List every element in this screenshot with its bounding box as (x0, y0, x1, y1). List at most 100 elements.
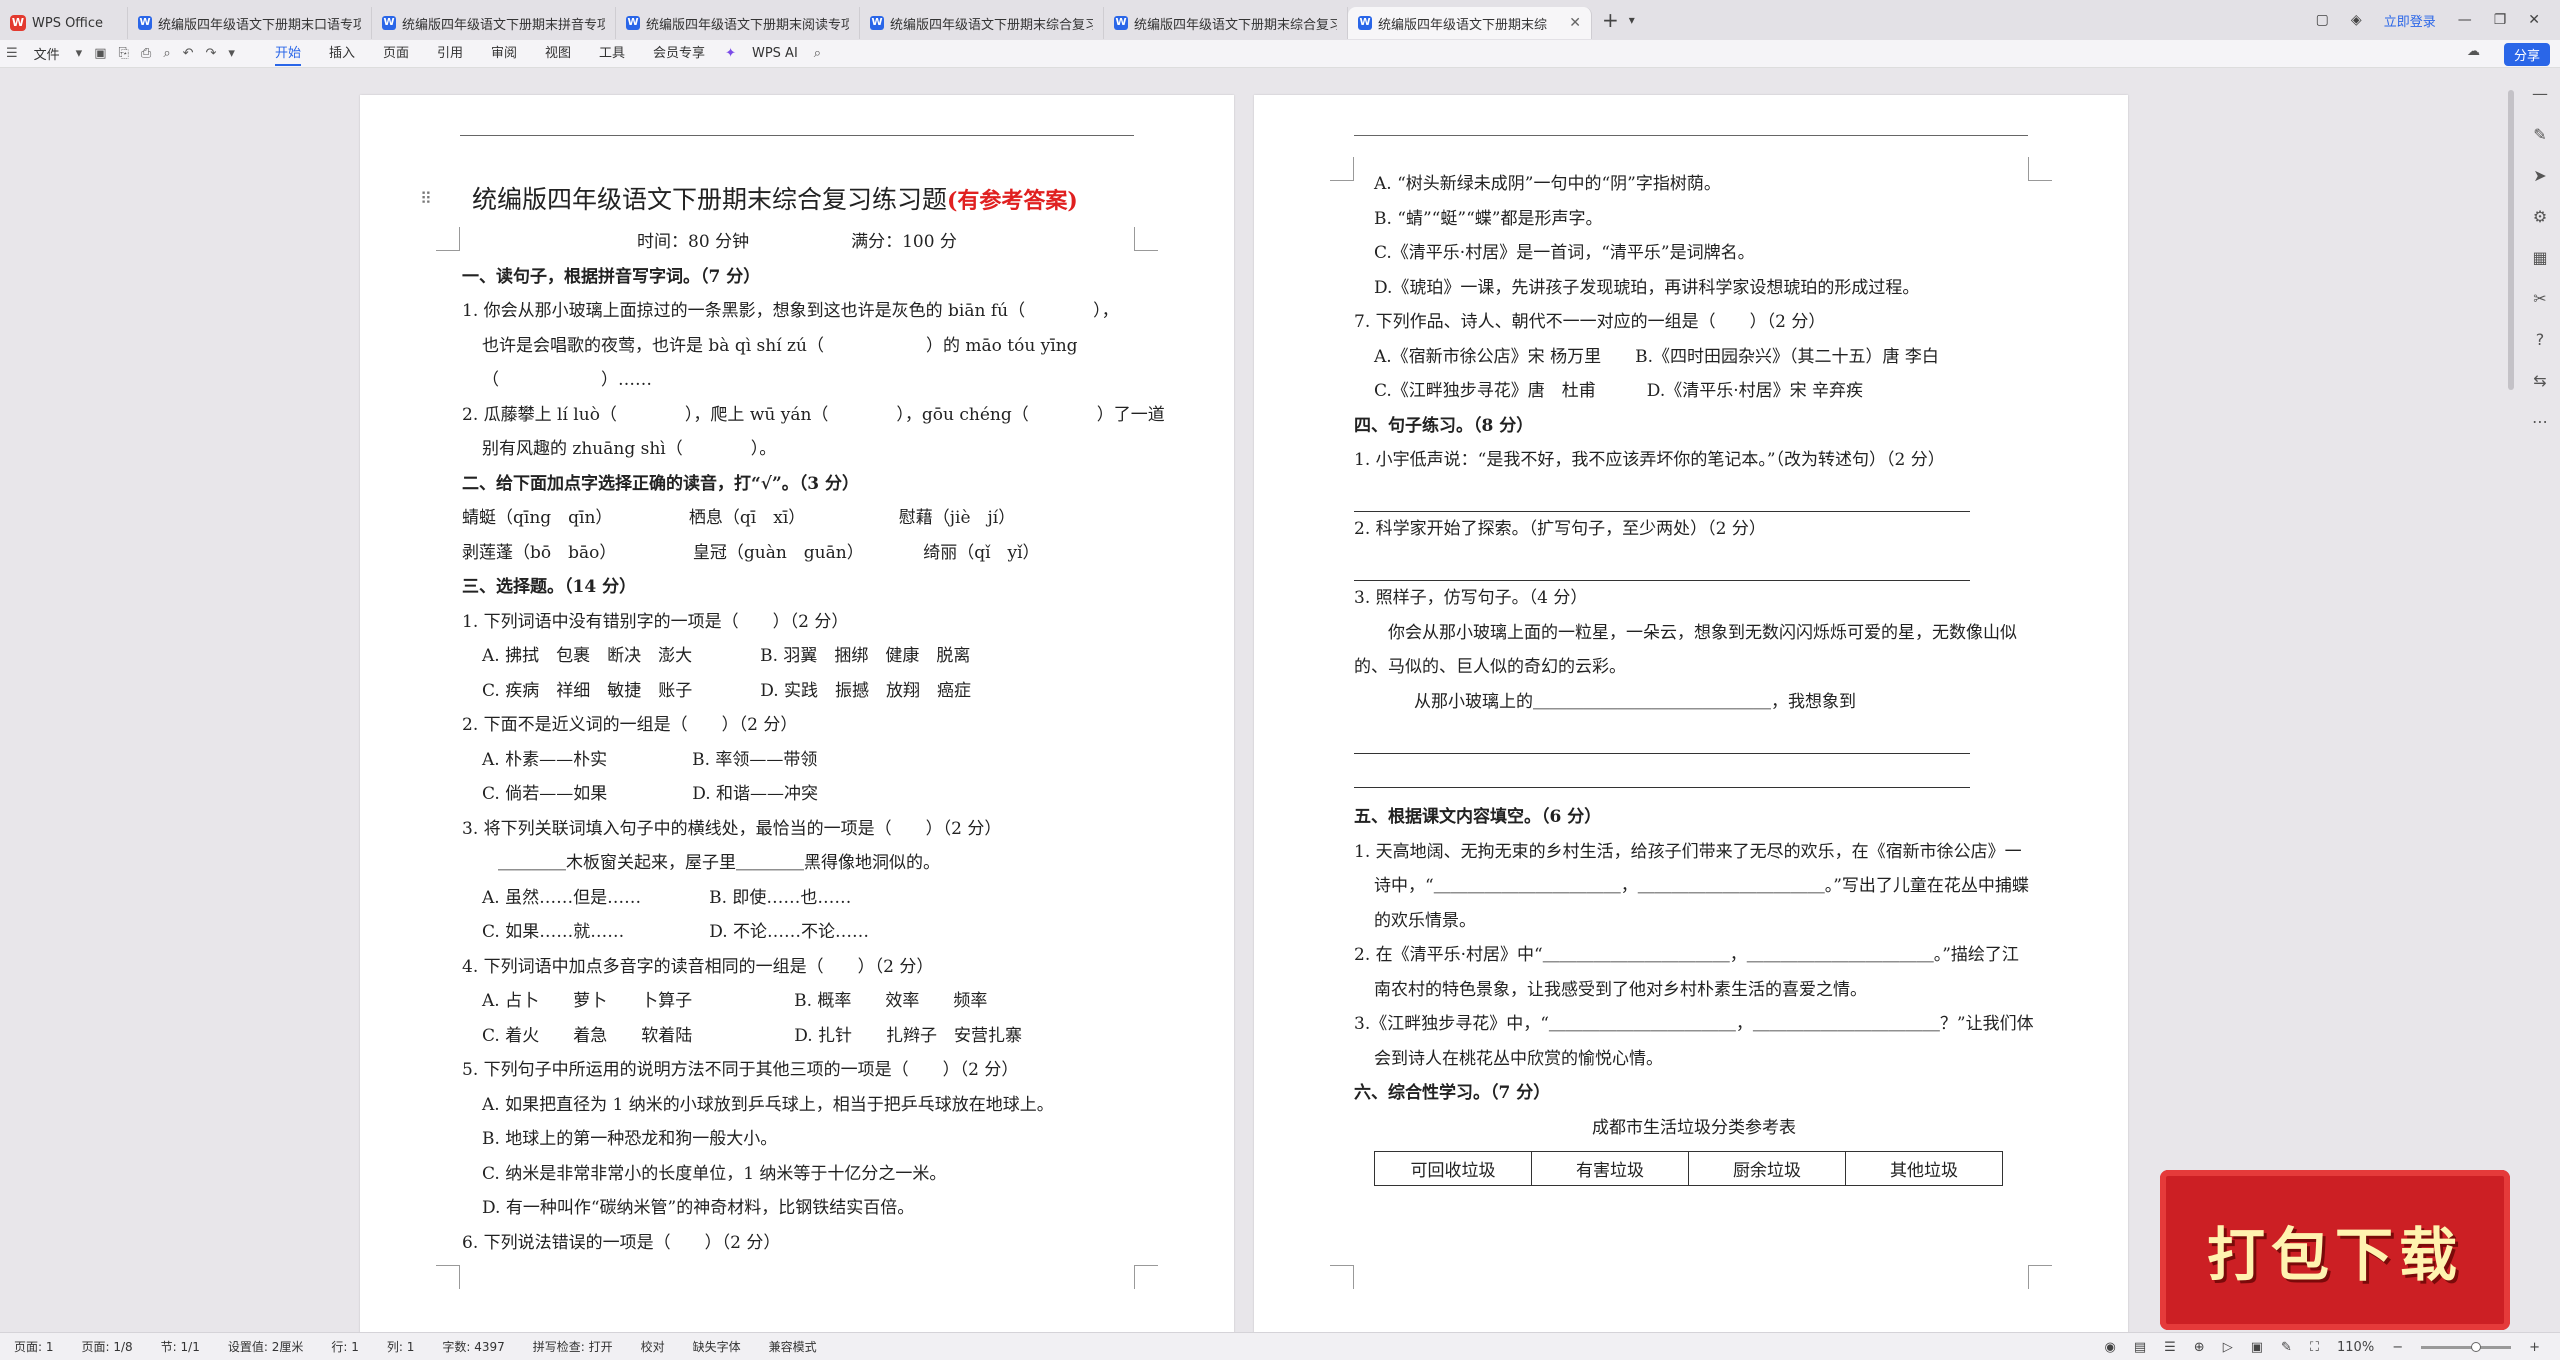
cursor-icon[interactable]: ➤ (2533, 166, 2546, 185)
zoom-slider[interactable] (2421, 1341, 2512, 1352)
status-item[interactable]: 节: 1/1 (147, 1338, 214, 1355)
status-item[interactable]: 行: 1 (317, 1338, 373, 1355)
web-view-icon[interactable]: ⊕ (2194, 1340, 2205, 1355)
word-doc-icon: W (870, 16, 884, 30)
adjust-icon[interactable]: ⚙ (2533, 207, 2547, 226)
question-line: C. 着火 着急 软着陆 D. 扎针 扎辫子 安营扎寨 (482, 1025, 1023, 1046)
chevron-down-icon[interactable]: ▾ (222, 46, 241, 61)
document-page-1[interactable]: ⠿ 统编版四年级语文下册期末综合复习练习题(有参考答案) 时间：80 分钟 满分… (360, 95, 1234, 1335)
tab-document[interactable]: W 统编版四年级语文下册期末拼音专项 (372, 7, 616, 39)
page-2-lines: A. “树头新绿未成阴”一句中的“阴”字指树荫。 B. “蜻”“蜓”“蝶”都是形声… (1354, 167, 2034, 478)
status-item[interactable]: 设置值: 2厘米 (214, 1338, 318, 1355)
save-icon[interactable]: ▣ (88, 46, 112, 61)
tab-wps-home[interactable]: W WPS Office (0, 7, 128, 39)
login-button[interactable]: 立即登录 (2384, 11, 2436, 30)
wps-ai-button[interactable]: WPS AI (742, 46, 808, 61)
help-icon[interactable]: ? (2536, 330, 2545, 349)
menu-tab-member[interactable]: 会员专享 (639, 40, 719, 68)
export-icon[interactable]: ⎘ (113, 46, 135, 61)
more-icon[interactable]: ⋯ (2532, 412, 2548, 431)
menu-tab-insert[interactable]: 插入 (315, 40, 369, 68)
search-icon[interactable]: ⌕ (808, 46, 827, 61)
download-banner[interactable]: 打包下载 (2160, 1170, 2510, 1330)
status-item[interactable]: 页面: 1/8 (68, 1338, 147, 1355)
compat-mode[interactable]: 兼容模式 (755, 1338, 831, 1355)
question-line: 剥莲蓬（bō bāo） 皇冠（guàn guān） 绮丽（qǐ yǐ） (462, 542, 1040, 563)
status-item[interactable]: 列: 1 (373, 1338, 429, 1355)
proofread-button[interactable]: 校对 (627, 1338, 679, 1355)
tools-icon[interactable]: ✂ (2533, 289, 2546, 308)
tab-label: 统编版四年级语文下册期末综合复习 (890, 17, 1093, 33)
print-icon[interactable]: ⎙ (135, 46, 157, 61)
tab-document[interactable]: W 统编版四年级语文下册期末阅读专项 (616, 7, 860, 39)
zoom-in-icon[interactable]: + (2529, 1340, 2540, 1355)
sec5-q1: 1. 天高地阔、无拘无束的乡村生活，给孩子们带来了无尽的欢乐，在《宿新市徐公店》… (1354, 841, 2029, 931)
close-icon[interactable]: ✕ (1569, 15, 1581, 31)
share-button[interactable]: 分享 (2503, 43, 2550, 66)
hamburger-icon[interactable]: ☰ (0, 46, 24, 61)
layout-icon[interactable]: ▣ (2251, 1340, 2263, 1355)
menu-tab-page[interactable]: 页面 (369, 40, 423, 68)
header-line (460, 135, 1134, 136)
cube-icon[interactable]: ◈ (2351, 12, 2362, 28)
minus-icon[interactable]: — (2532, 84, 2548, 103)
spell-check-toggle[interactable]: 拼写检查: 打开 (519, 1338, 627, 1355)
zoom-out-icon[interactable]: − (2392, 1340, 2403, 1355)
question-line: A. “树头新绿未成阴”一句中的“阴”字指树荫。 (1374, 174, 1721, 194)
minimize-icon[interactable]: — (2458, 12, 2472, 28)
menu-tab-tools[interactable]: 工具 (585, 40, 639, 68)
page-view-icon[interactable]: ▤ (2134, 1340, 2146, 1355)
undo-icon[interactable]: ↶ (177, 46, 200, 61)
redo-icon[interactable]: ↷ (200, 46, 223, 61)
tab-document-active[interactable]: W 统编版四年级语文下册期末综 ✕ (1348, 7, 1592, 39)
section-6-heading: 六、综合性学习。（7 分） (1354, 1083, 1551, 1103)
file-menu[interactable]: 文件 (24, 44, 70, 63)
menu-tab-view[interactable]: 视图 (531, 40, 585, 68)
question-line: 1. 你会从那小玻璃上面掠过的一条黑影，想象到这也许是灰色的 biān fú（ … (462, 301, 1119, 321)
vertical-scrollbar[interactable] (2508, 90, 2514, 390)
answer-line[interactable] (1354, 478, 1970, 512)
tab-document[interactable]: W 统编版四年级语文下册期末口语专项 (128, 7, 372, 39)
tab-label: WPS Office (32, 15, 104, 31)
zoom-knob[interactable] (2471, 1341, 2482, 1352)
status-item[interactable]: 页面: 1 (0, 1338, 68, 1355)
close-window-icon[interactable]: ✕ (2528, 12, 2540, 28)
answer-line[interactable] (1354, 754, 1970, 788)
word-doc-icon: W (138, 16, 152, 30)
outline-icon[interactable]: ☰ (2164, 1340, 2176, 1355)
page-corner-mark (1134, 1265, 1158, 1289)
word-count[interactable]: 字数: 4397 (428, 1338, 518, 1355)
question-line: ＿＿＿＿木板窗关起来，屋子里＿＿＿＿黑得像地洞似的。 (498, 853, 940, 873)
menu-tab-home[interactable]: 开始 (261, 40, 315, 68)
translate-icon[interactable]: ⇆ (2533, 371, 2546, 390)
answer-line[interactable] (1354, 719, 1970, 754)
pen-icon[interactable]: ✎ (2533, 125, 2546, 144)
tab-document[interactable]: W 统编版四年级语文下册期末综合复习 (1104, 7, 1348, 39)
print-preview-icon[interactable]: ⌕ (157, 46, 176, 61)
page-1-content: 统编版四年级语文下册期末综合复习练习题(有参考答案) 时间：80 分钟 满分：1… (462, 177, 1165, 1260)
question-line: B. 地球上的第一种恐龙和狗一般大小。 (482, 1129, 778, 1149)
word-doc-icon: W (626, 16, 640, 30)
image-icon[interactable]: ▦ (2532, 248, 2547, 267)
fit-icon[interactable]: ⛶ (2310, 1340, 2319, 1355)
play-icon[interactable]: ▷ (2223, 1340, 2233, 1355)
eye-icon[interactable]: ◉ (2105, 1340, 2116, 1355)
menu-tab-review[interactable]: 审阅 (477, 40, 531, 68)
document-title: 统编版四年级语文下册期末综合复习练习题(有参考答案) (462, 177, 1132, 223)
chevron-down-icon[interactable]: ▾ (70, 46, 89, 61)
tab-document[interactable]: W 统编版四年级语文下册期末综合复习 (860, 7, 1104, 39)
zoom-level[interactable]: 110% (2337, 1340, 2374, 1355)
answer-line[interactable] (1354, 547, 1970, 581)
pen-icon[interactable]: ✎ (2281, 1340, 2292, 1355)
q-imitate-sentence: 3. 照样子，仿写句子。（4 分） (1354, 588, 1588, 608)
add-tab-icon[interactable]: + (1602, 8, 1619, 32)
chevron-down-icon[interactable]: ▾ (1629, 13, 1635, 27)
table-header-cell: 厨余垃圾 (1688, 1151, 1846, 1186)
restore-icon[interactable]: ❐ (2494, 12, 2507, 28)
menu-tab-references[interactable]: 引用 (423, 40, 477, 68)
cloud-icon[interactable]: ☁ (2467, 44, 2480, 59)
drag-handle-icon[interactable]: ⠿ (420, 189, 432, 208)
missing-font-button[interactable]: 缺失字体 (679, 1338, 755, 1355)
document-page-2[interactable]: A. “树头新绿未成阴”一句中的“阴”字指树荫。 B. “蜻”“蜓”“蝶”都是形声… (1254, 95, 2128, 1335)
layout-icon[interactable]: ▢ (2316, 12, 2329, 28)
